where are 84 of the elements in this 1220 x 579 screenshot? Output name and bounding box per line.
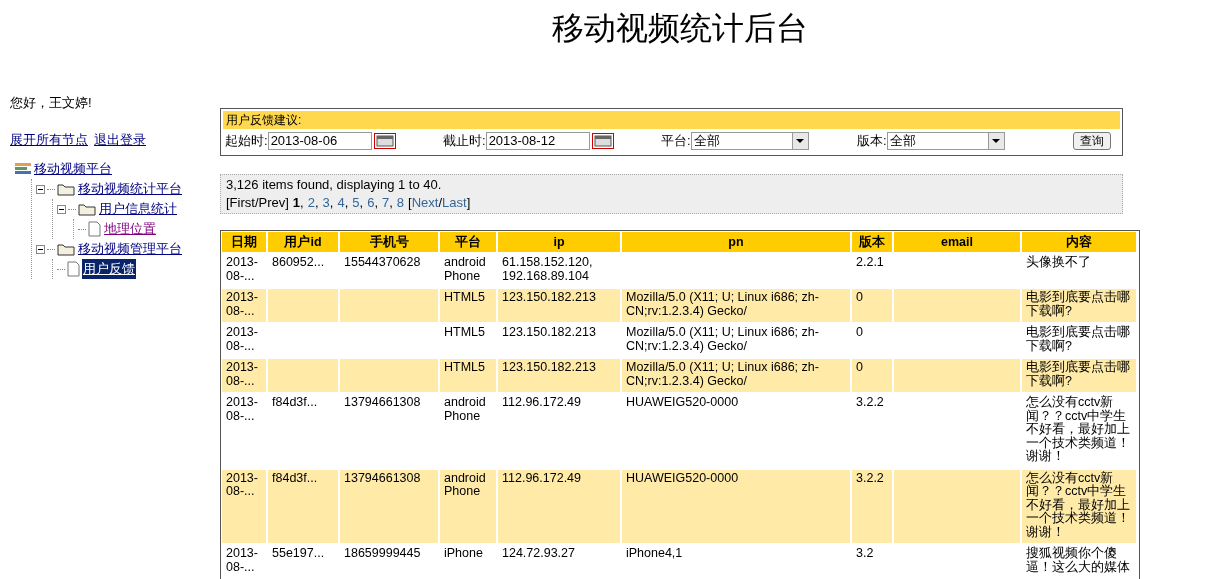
separator: , xyxy=(359,194,364,212)
table-cell: 怎么没有cctv新闻？？cctv中学生不好看，最好加上一个技术类频道！谢谢！ xyxy=(1022,469,1136,543)
column-header[interactable]: pn xyxy=(622,232,850,252)
tree-item[interactable]: 移动视频管理平台 xyxy=(77,239,183,259)
table-cell: Mozilla/5.0 (X11; U; Linux i686; zh-CN;rv:1.2.3.4) Gecko/ xyxy=(622,289,850,322)
page-link[interactable]: 2 xyxy=(307,194,315,212)
table-cell: 电影到底要点击哪下载啊? xyxy=(1022,289,1136,322)
separator: , xyxy=(329,194,334,212)
folder-icon xyxy=(57,182,75,196)
table-cell: HTML5 xyxy=(440,359,496,392)
table-cell xyxy=(268,289,338,322)
table-cell: f84d3f... xyxy=(268,469,338,543)
last-link[interactable]: Last xyxy=(442,194,467,212)
column-header[interactable]: 版本 xyxy=(852,232,892,252)
collapse-toggle[interactable] xyxy=(36,244,45,254)
collapse-toggle[interactable] xyxy=(57,204,66,214)
field-label: 平台: xyxy=(661,132,691,151)
folder-icon xyxy=(57,242,75,256)
separator: , xyxy=(344,194,349,212)
tree-item[interactable]: 用户反馈 xyxy=(82,259,136,279)
field-label: 版本: xyxy=(857,132,887,151)
field-label: 起始时: xyxy=(225,132,268,151)
column-header[interactable]: 内容 xyxy=(1022,232,1136,252)
minus-icon xyxy=(38,246,43,252)
table-cell: 123.150.182.213 xyxy=(498,359,620,392)
table-cell xyxy=(268,359,338,392)
table-cell: 123.150.182.213 xyxy=(498,289,620,322)
page-link[interactable]: 3 xyxy=(322,194,330,212)
column-header[interactable]: 手机号 xyxy=(340,232,438,252)
column-header[interactable]: 平台 xyxy=(440,232,496,252)
field-label: 截止时: xyxy=(443,132,486,151)
folder-icon xyxy=(78,202,96,216)
sidebar-link[interactable]: 展开所有节点 xyxy=(10,129,88,149)
bracket: [ xyxy=(408,194,412,212)
filter-title: 用户反馈建议: xyxy=(223,111,1120,129)
table-cell: 0 xyxy=(852,359,892,392)
tree-root-icon xyxy=(15,163,31,175)
tree-item[interactable]: 地理位置 xyxy=(103,219,157,239)
first-prev-label: [First/Prev] xyxy=(226,194,289,212)
table-cell: HUAWEIG520-0000 xyxy=(622,469,850,543)
query-button[interactable]: 查询 xyxy=(1073,132,1111,150)
separator: , xyxy=(314,194,319,212)
table-cell: 2013-08-... xyxy=(222,469,266,543)
minus-icon xyxy=(38,186,43,192)
tree-item[interactable]: 移动视频平台 xyxy=(33,159,113,179)
calendar-icon[interactable] xyxy=(591,133,614,149)
column-header[interactable]: ip xyxy=(498,232,620,252)
table-cell: 13794661308 xyxy=(340,469,438,543)
calendar-icon[interactable] xyxy=(373,133,396,149)
page-title: 移动视频统计后台 xyxy=(552,8,808,49)
separator: , xyxy=(300,194,304,212)
page-link[interactable]: 8 xyxy=(396,194,405,212)
tree-item[interactable]: 用户信息统计 xyxy=(98,199,178,219)
document-icon xyxy=(88,221,101,237)
sidebar-link[interactable]: 退出登录 xyxy=(94,129,146,149)
date-field[interactable]: 2013-08-12 xyxy=(485,132,590,150)
select-field[interactable]: 全部 xyxy=(690,132,809,150)
document-icon xyxy=(67,261,80,277)
table-cell: HTML5 xyxy=(440,289,496,322)
table-cell: 电影到底要点击哪下载啊? xyxy=(1022,359,1136,392)
collapse-toggle[interactable] xyxy=(36,184,45,194)
date-field[interactable]: 2013-08-06 xyxy=(267,132,372,150)
table-cell: 2013-08-... xyxy=(222,289,266,322)
bracket: ] xyxy=(466,194,471,212)
page-link[interactable]: 4 xyxy=(337,194,345,212)
table-cell: 0 xyxy=(852,289,892,322)
separator: , xyxy=(374,194,378,212)
table-cell: 112.96.172.49 xyxy=(498,469,620,543)
results-summary: 3,126 items found, displaying 1 to 40. xyxy=(226,176,443,194)
table-cell: 3.2.2 xyxy=(852,469,892,543)
tree-item[interactable]: 移动视频统计平台 xyxy=(77,179,183,199)
select-field[interactable]: 全部 xyxy=(886,132,1005,150)
page-link[interactable]: 7 xyxy=(382,194,390,212)
column-header[interactable]: 日期 xyxy=(222,232,266,252)
column-header[interactable]: email xyxy=(894,232,1020,252)
table-cell: Mozilla/5.0 (X11; U; Linux i686; zh-CN;rv:1.2.3.4) Gecko/ xyxy=(622,359,850,392)
table-cell: 2013-08-... xyxy=(222,359,266,392)
table-cell: android Phone xyxy=(440,469,496,543)
separator: , xyxy=(389,194,393,212)
greeting-text: 您好，王文婷! xyxy=(10,94,93,112)
column-header[interactable]: 用户id xyxy=(268,232,338,252)
slash: / xyxy=(438,194,443,212)
page-link[interactable]: 5 xyxy=(352,194,360,212)
minus-icon xyxy=(59,206,64,212)
